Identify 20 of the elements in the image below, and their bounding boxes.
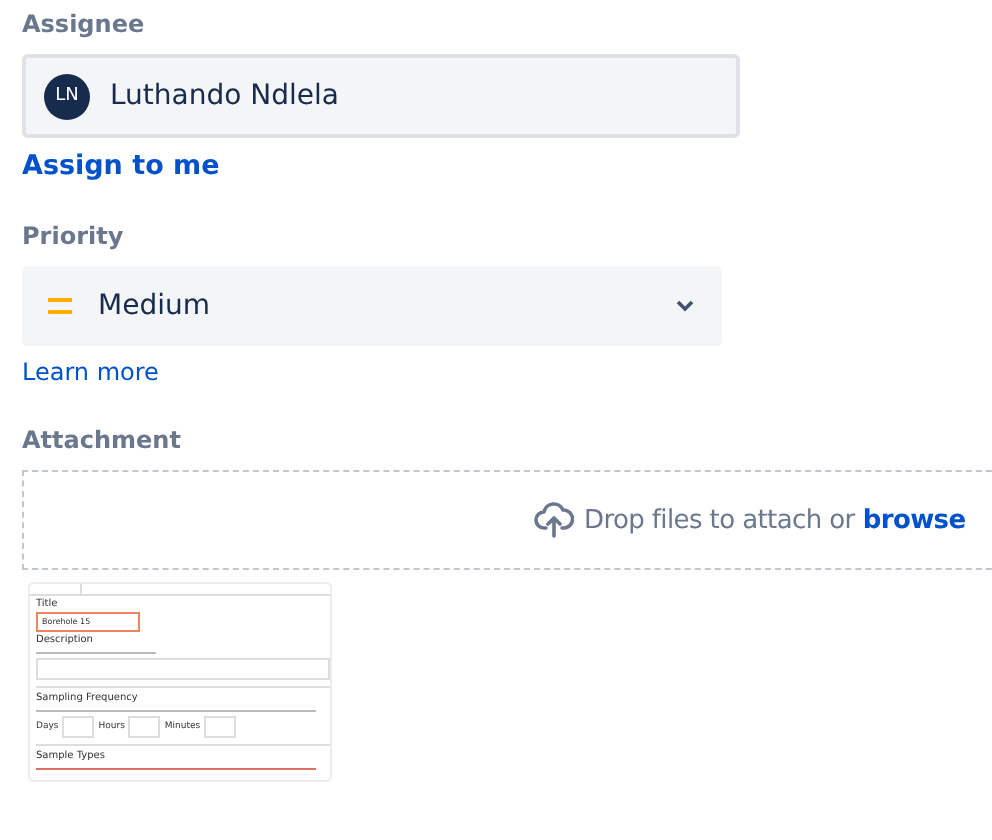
assignee-field[interactable]: LN Luthando Ndlela [22, 54, 740, 138]
thumb-unit-input [128, 716, 161, 738]
cloud-upload-icon [534, 502, 574, 538]
priority-select[interactable]: Medium [22, 266, 722, 346]
medium-priority-icon [48, 297, 72, 315]
avatar: LN [44, 73, 90, 119]
thumb-text-line [36, 652, 156, 654]
field-label: Assignee [22, 10, 147, 42]
drop-zone[interactable]: Drop files to attach or browse [22, 470, 992, 570]
assignee-name: Luthando Ndlela [110, 80, 339, 112]
drop-text: Drop files to attach or [584, 505, 855, 535]
thumb-unit-input [62, 716, 95, 738]
learn-more-link[interactable]: Learn more [22, 358, 159, 386]
field-label: Attachment [22, 426, 183, 458]
chevron-down-icon [676, 300, 694, 312]
assign-to-me-link[interactable]: Assign to me [22, 150, 220, 182]
field-label: Priority [22, 222, 126, 254]
priority-value: Medium [98, 290, 212, 322]
thumb-unit-input [204, 716, 237, 738]
browse-link[interactable]: browse [862, 505, 966, 535]
